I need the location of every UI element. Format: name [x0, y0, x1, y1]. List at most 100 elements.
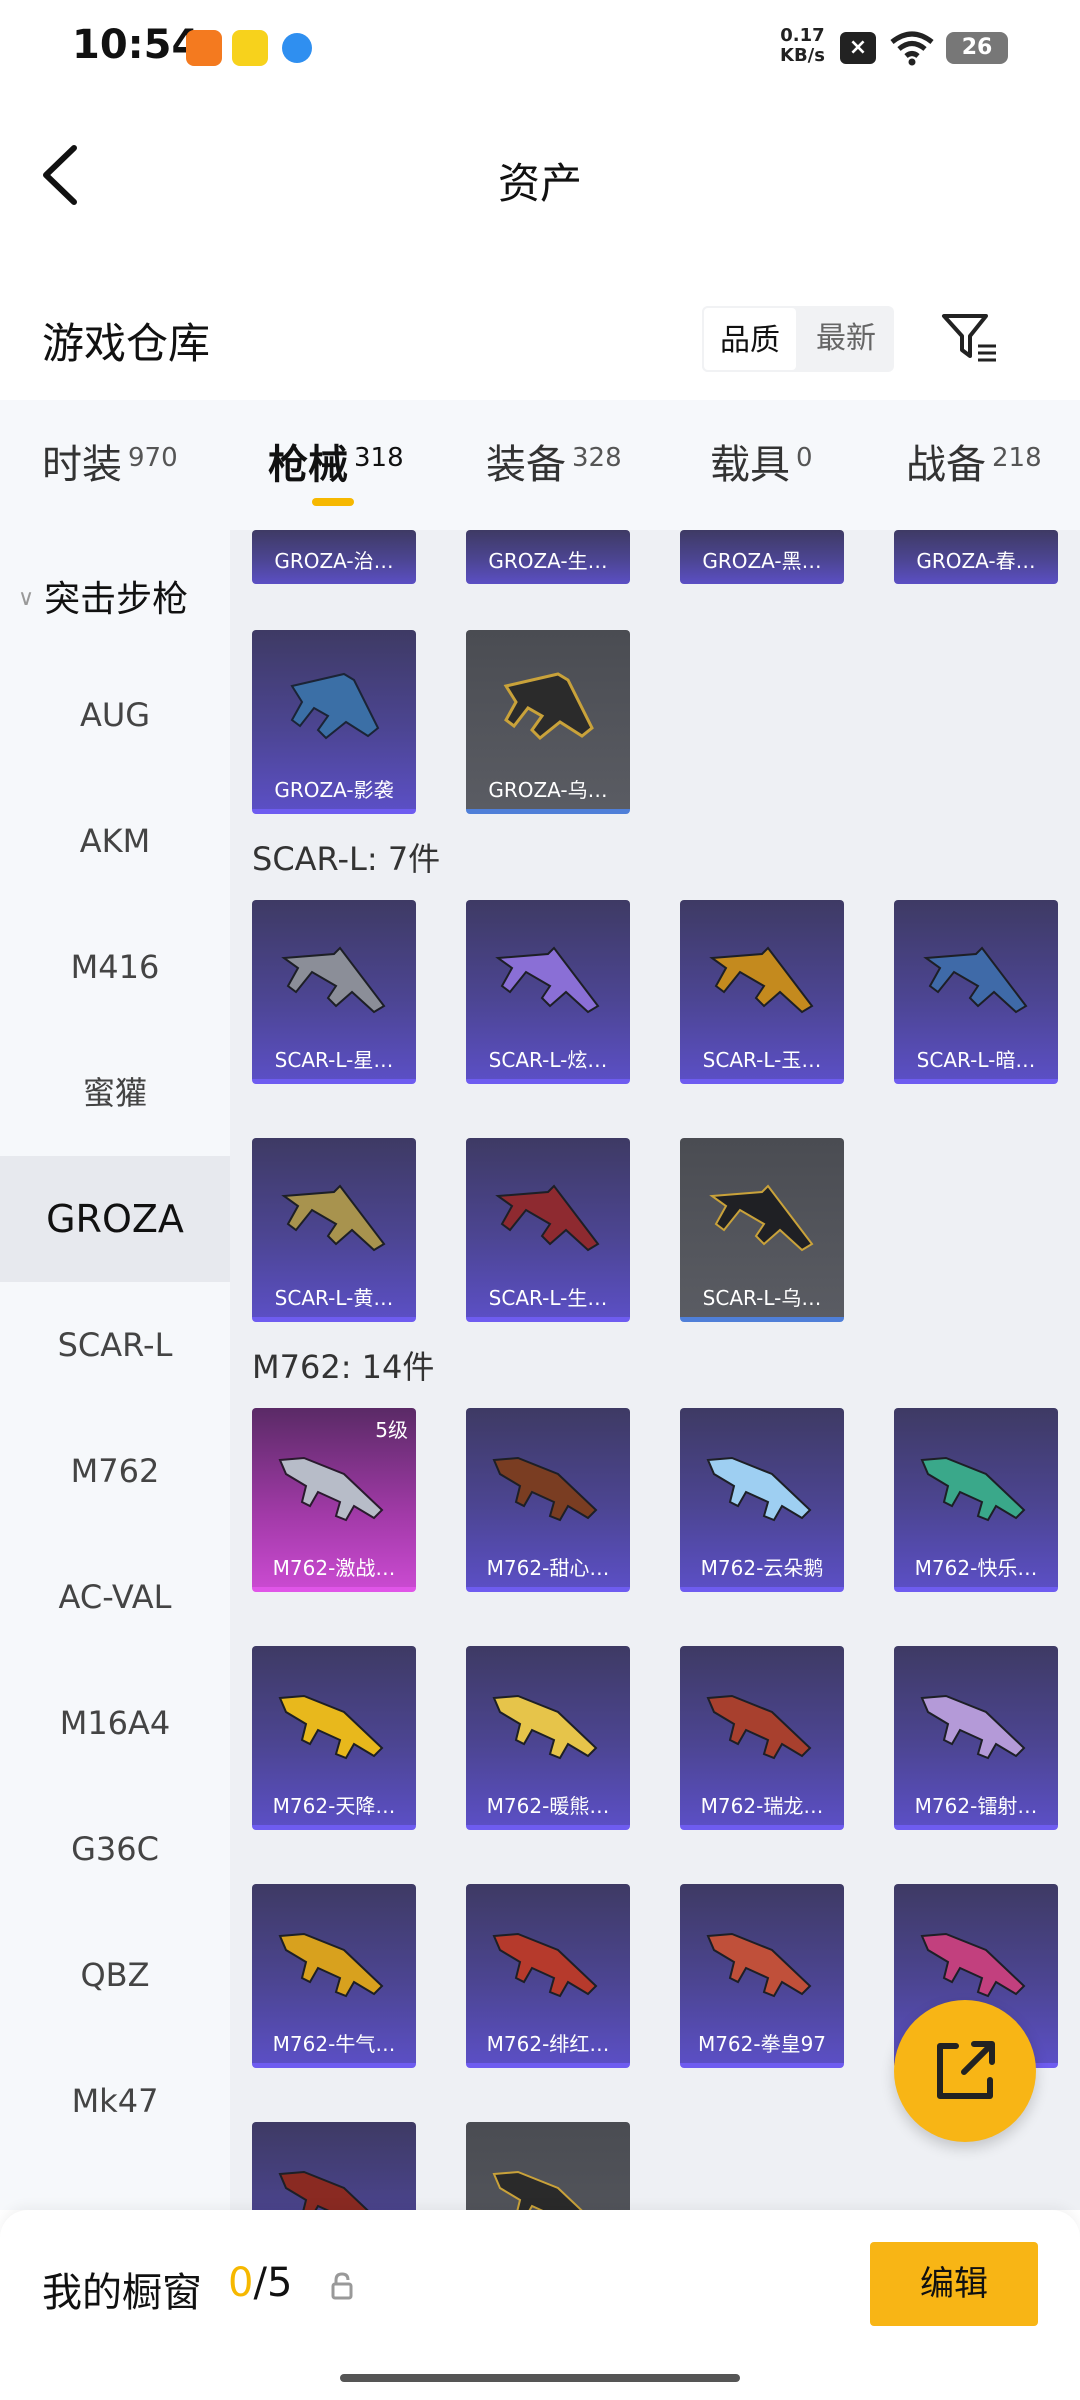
tab-fashion[interactable]: 时装 970 — [42, 432, 178, 512]
sort-quality-button[interactable]: 品质 — [702, 306, 798, 372]
skin-card[interactable]: SCAR-L-生… — [466, 1138, 630, 1322]
sidebar-item-ac-val[interactable]: AC-VAL — [0, 1534, 230, 1660]
skin-name: M762-天降… — [272, 1794, 396, 1818]
skin-card[interactable]: SCAR-L-暗… — [894, 900, 1058, 1084]
app-notification-icon-3 — [282, 33, 312, 63]
groza-weapon-icon — [290, 672, 380, 740]
skin-card[interactable]: SCAR-L-乌… — [680, 1138, 844, 1322]
page-title: 资产 — [497, 159, 582, 208]
sidebar-item-qbz[interactable]: QBZ — [0, 1912, 230, 2038]
skin-card[interactable]: M762-云朵鹅 — [680, 1408, 844, 1592]
skin-card[interactable]: SCAR-L-星… — [252, 900, 416, 1084]
no-sim-icon: × — [840, 32, 876, 64]
m762-weapon-icon — [920, 1456, 1026, 1522]
home-indicator[interactable] — [340, 2374, 740, 2382]
skin-card[interactable]: M762-瑞龙… — [680, 1646, 844, 1830]
sidebar-item-aug[interactable]: AUG — [0, 652, 230, 778]
weapon-sidebar: ∨ 突击步枪 AUG AKM M416 蜜獾 GROZA SCAR-L M762 … — [0, 530, 230, 2210]
share-fab-button[interactable] — [894, 2000, 1036, 2142]
tab-equipment[interactable]: 装备 328 — [486, 432, 622, 512]
skin-name: M762-瑞龙… — [700, 1794, 824, 1818]
scar-l-weapon-icon — [495, 946, 600, 1014]
skin-card[interactable]: 5级 M762-激战… — [252, 1408, 416, 1592]
tab-label: 装备 — [486, 442, 566, 488]
scar-l-weapon-icon — [709, 1184, 814, 1252]
skin-card[interactable] — [466, 2122, 630, 2210]
skin-card[interactable]: M762-拳皇97 — [680, 1884, 844, 2068]
skin-card[interactable]: M762-天降… — [252, 1646, 416, 1830]
share-external-icon — [937, 2041, 995, 2099]
scar-l-weapon-icon — [709, 946, 814, 1014]
network-speed: 0.17 KB/s — [780, 26, 825, 66]
tab-count: 0 — [796, 443, 813, 473]
skin-card[interactable]: GROZA-春… — [894, 530, 1058, 584]
skin-name: M762-激战… — [272, 1556, 396, 1580]
status-time: 10:54 — [72, 22, 200, 68]
sidebar-item-m416[interactable]: M416 — [0, 904, 230, 1030]
skin-card[interactable]: GROZA-影袭 — [252, 630, 416, 814]
sidebar-item-mk47[interactable]: Mk47 — [0, 2038, 230, 2164]
skin-card[interactable]: GROZA-生… — [466, 530, 630, 584]
showcase-bar: 我的橱窗 0/5 编辑 — [0, 2210, 1080, 2400]
skin-name: SCAR-L-星… — [274, 1048, 394, 1072]
sidebar-item-honey-badger[interactable]: 蜜獾 — [0, 1030, 230, 1156]
m762-weapon-icon — [278, 1456, 384, 1522]
sort-newest-button[interactable]: 最新 — [798, 306, 894, 372]
battery-icon: 26 — [946, 32, 1008, 64]
tab-count: 970 — [128, 443, 178, 473]
lock-icon — [331, 2272, 353, 2300]
m762-weapon-icon — [278, 1932, 384, 1998]
top-nav: 资产 — [0, 100, 1080, 250]
sidebar-item-groza[interactable]: GROZA — [0, 1156, 230, 1282]
skin-card[interactable]: M762-甜心… — [466, 1408, 630, 1592]
showcase-count: 0/5 — [228, 2260, 292, 2306]
sidebar-item-m16a4[interactable]: M16A4 — [0, 1660, 230, 1786]
sidebar-item-scar-l[interactable]: SCAR-L — [0, 1282, 230, 1408]
skin-card[interactable]: GROZA-黑… — [680, 530, 844, 584]
tab-combat-gear[interactable]: 战备 218 — [906, 432, 1042, 512]
sidebar-category[interactable]: ∨ 突击步枪 — [18, 570, 188, 622]
group-title-scar-l: SCAR-L: 7件 — [252, 840, 441, 878]
skin-name: GROZA-生… — [488, 549, 608, 573]
tab-vehicles[interactable]: 载具 0 — [710, 432, 813, 512]
skin-card[interactable]: M762-牛气… — [252, 1884, 416, 2068]
skin-card[interactable]: M762-绯红… — [466, 1884, 630, 2068]
skin-name: SCAR-L-生… — [488, 1286, 608, 1310]
sidebar-item-g36c[interactable]: G36C — [0, 1786, 230, 1912]
skin-name: M762-暖熊… — [486, 1794, 610, 1818]
skin-card[interactable]: SCAR-L-玉… — [680, 900, 844, 1084]
app-notification-icon-1 — [186, 30, 222, 66]
skin-card[interactable]: M762-快乐… — [894, 1408, 1058, 1592]
m762-weapon-icon — [706, 1456, 812, 1522]
skin-name: GROZA-春… — [916, 549, 1036, 573]
skin-name: SCAR-L-暗… — [916, 1048, 1036, 1072]
sidebar-item-akm[interactable]: AKM — [0, 778, 230, 904]
skin-card[interactable] — [252, 2122, 416, 2210]
skin-card[interactable]: M762-镭射… — [894, 1646, 1058, 1830]
active-tab-indicator — [312, 498, 354, 506]
skin-card[interactable]: M762-暖熊… — [466, 1646, 630, 1830]
skin-name: SCAR-L-黄… — [274, 1286, 394, 1310]
skin-card[interactable]: SCAR-L-黄… — [252, 1138, 416, 1322]
m762-weapon-icon — [920, 1932, 1026, 1998]
skin-card[interactable]: GROZA-乌… — [466, 630, 630, 814]
sidebar-item-m762[interactable]: M762 — [0, 1408, 230, 1534]
app-notification-icon-2 — [232, 30, 268, 66]
skin-name: SCAR-L-乌… — [702, 1286, 822, 1310]
edit-button[interactable]: 编辑 — [870, 2242, 1038, 2326]
sidebar-category-label: 突击步枪 — [44, 579, 189, 620]
skin-card[interactable]: SCAR-L-炫… — [466, 900, 630, 1084]
filter-icon[interactable] — [940, 310, 1000, 366]
tab-label: 时装 — [42, 442, 122, 488]
skin-card[interactable]: GROZA-治… — [252, 530, 416, 584]
level-badge: 5级 — [375, 1418, 408, 1442]
status-bar: 10:54 0.17 KB/s × 26 — [0, 0, 1080, 100]
category-tabs: 时装 970 枪械 318 装备 328 载具 0 战备 218 — [0, 400, 1080, 530]
skin-name: GROZA-治… — [274, 549, 394, 573]
showcase-current-count: 0 — [228, 2260, 254, 2306]
skin-name: SCAR-L-炫… — [488, 1048, 608, 1072]
tab-label: 战备 — [906, 442, 986, 488]
warehouse-title: 游戏仓库 — [42, 319, 211, 368]
chevron-down-icon: ∨ — [18, 586, 35, 611]
groza-weapon-icon — [503, 672, 594, 741]
